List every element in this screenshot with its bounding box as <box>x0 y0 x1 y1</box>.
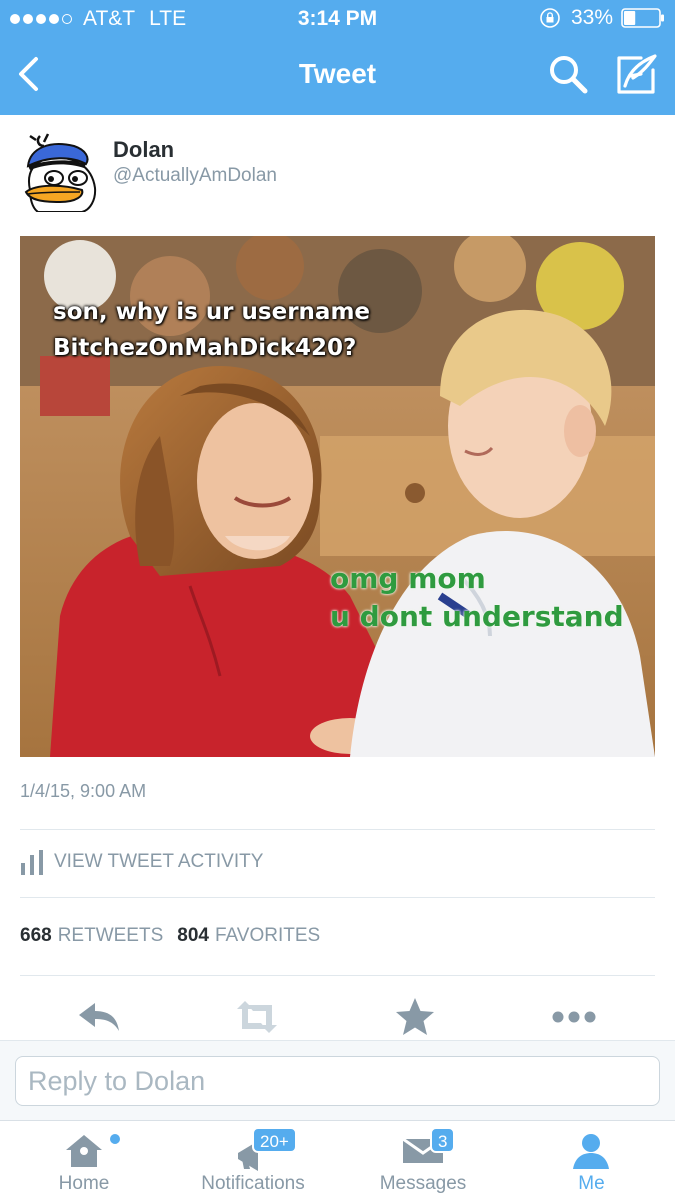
more-icon <box>552 1011 596 1023</box>
author-handle: @ActuallyAmDolan <box>113 165 277 186</box>
reply-icon <box>79 1003 119 1031</box>
reply-input[interactable] <box>15 1056 660 1106</box>
profile-icon <box>573 1134 609 1169</box>
tab-label: Home <box>58 1173 110 1194</box>
tweet-image[interactable]: son, why is ur username BitchezOnMahDick… <box>20 236 655 757</box>
divider <box>20 975 655 976</box>
tab-label: Notifications <box>201 1173 305 1194</box>
tab-messages[interactable]: 3 Messages <box>338 1121 508 1200</box>
favorite-button[interactable] <box>391 995 439 1039</box>
meme-caption-top: son, why is ur username BitchezOnMahDick… <box>53 294 370 366</box>
tab-label: Messages <box>379 1173 467 1194</box>
divider <box>20 829 655 830</box>
tweet-author[interactable]: Dolan @ActuallyAmDolan <box>20 132 640 222</box>
tab-bar: Home 20+ Notifications 3 Messages Me <box>0 1120 675 1200</box>
meme-caption-line: u dont understand <box>330 600 624 633</box>
reply-button[interactable] <box>75 995 123 1039</box>
new-content-dot <box>110 1134 120 1144</box>
retweets-count: 668 <box>20 925 52 946</box>
retweet-icon <box>237 1001 277 1033</box>
nav-bar: Tweet <box>0 38 675 115</box>
divider <box>20 897 655 898</box>
retweets-stat[interactable]: 668 RETWEETS <box>20 925 163 947</box>
favorites-label: FAVORITES <box>214 925 321 946</box>
notifications-badge: 20+ <box>252 1127 297 1153</box>
search-button[interactable] <box>546 52 590 96</box>
activity-label: VIEW TWEET ACTIVITY <box>54 851 264 872</box>
app-header: AT&T LTE 3:14 PM 33% Tweet <box>0 0 675 115</box>
status-right: 33% <box>539 6 665 30</box>
favorite-star-icon <box>396 998 434 1035</box>
search-icon <box>550 56 588 94</box>
retweet-button[interactable] <box>233 995 281 1039</box>
more-options-button[interactable] <box>550 995 598 1039</box>
tab-notifications[interactable]: 20+ Notifications <box>168 1121 338 1200</box>
reply-bar <box>0 1040 675 1120</box>
author-name[interactable]: Dolan <box>113 137 174 163</box>
meme-caption-line: omg mom <box>330 562 486 595</box>
favorites-count: 804 <box>177 925 209 946</box>
compose-icon <box>617 54 657 94</box>
view-tweet-activity-link[interactable]: VIEW TWEET ACTIVITY <box>20 845 263 879</box>
rotation-lock-icon <box>540 8 560 28</box>
status-bar: AT&T LTE 3:14 PM 33% <box>0 0 675 38</box>
compose-tweet-button[interactable] <box>611 50 659 98</box>
battery-icon <box>621 8 664 28</box>
avatar[interactable] <box>20 132 100 212</box>
home-icon <box>66 1135 102 1167</box>
retweets-label: RETWEETS <box>57 925 164 946</box>
messages-badge: 3 <box>430 1127 456 1153</box>
tab-home[interactable]: Home <box>0 1121 168 1200</box>
favorites-stat[interactable]: 804 FAVORITES <box>177 925 320 947</box>
tweet-actions <box>0 995 675 1039</box>
tweet-stats: 668 RETWEETS 804 FAVORITES <box>20 925 334 947</box>
tab-label: Me <box>578 1173 605 1194</box>
tab-me[interactable]: Me <box>508 1121 675 1200</box>
meme-caption-line: son, why is ur username <box>53 299 371 325</box>
tweet-timestamp: 1/4/15, 9:00 AM <box>20 781 147 801</box>
meme-caption-bottom: omg mom u dont understand <box>330 560 624 636</box>
meme-caption-line: BitchezOnMahDick420? <box>53 335 357 361</box>
bar-chart-icon <box>21 850 43 875</box>
battery-percent: 33% <box>570 6 613 29</box>
